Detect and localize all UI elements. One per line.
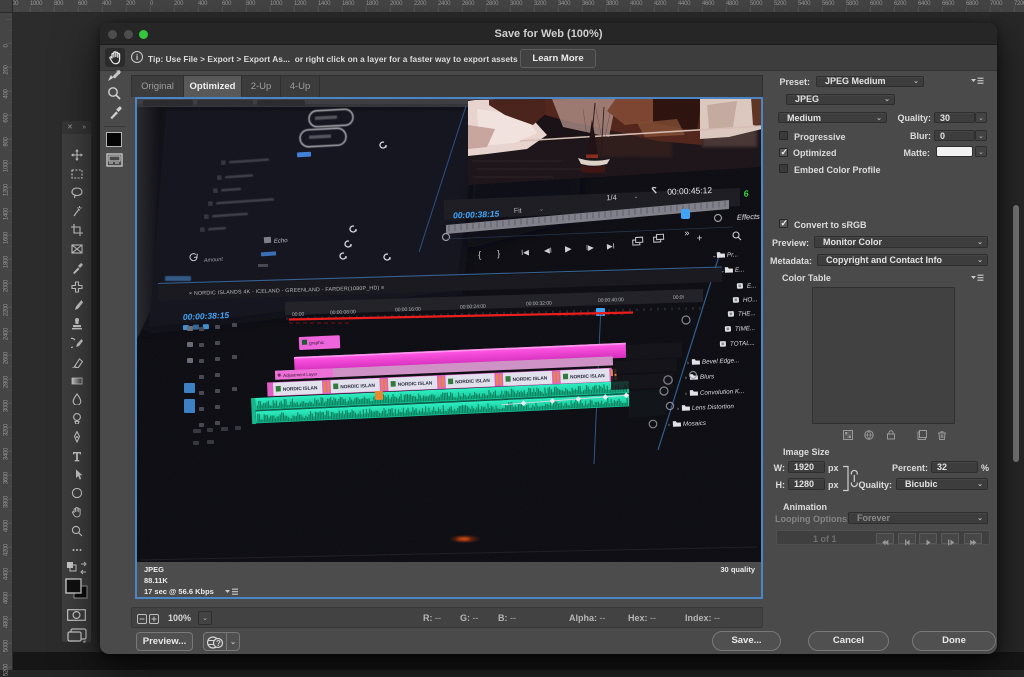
svg-text:?: ? <box>216 639 221 648</box>
